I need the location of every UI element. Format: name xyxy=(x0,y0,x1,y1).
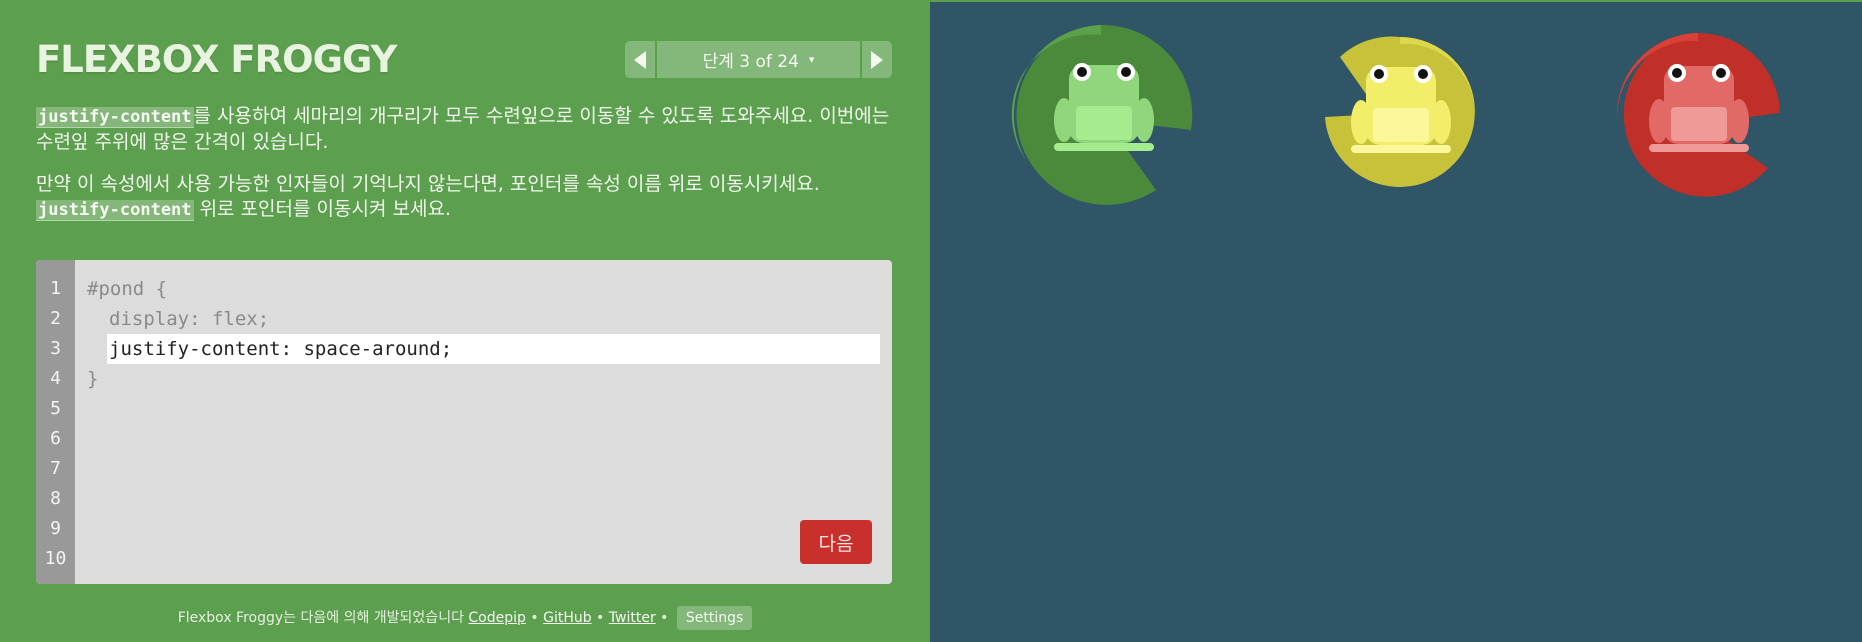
line-number: 7 xyxy=(50,458,61,479)
next-button[interactable]: 다음 xyxy=(800,520,872,564)
css-code-input[interactable] xyxy=(107,334,880,364)
previous-level-button[interactable] xyxy=(625,41,657,78)
instructions-paragraph-2: 만약 이 속성에서 사용 가능한 인자들이 기억나지 않는다면, 포인터를 속성… xyxy=(36,172,896,223)
line-number: 4 xyxy=(50,368,61,389)
app-logo: FLEXBOX FROGGY xyxy=(36,38,397,81)
code-line: } xyxy=(87,368,99,390)
line-number: 2 xyxy=(50,308,61,329)
code-line: display: flex; xyxy=(109,308,270,330)
codepip-link[interactable]: Codepip xyxy=(468,610,526,626)
css-editor: 1 2 3 4 5 6 7 8 9 10 #pond { display: fl… xyxy=(36,260,892,584)
code-line: #pond { xyxy=(87,278,168,300)
instructions-paragraph-1: justify-content 를 사용하여 세마리의 개구리가 모두 수련잎으로… xyxy=(36,104,896,155)
green-lilypad-frog xyxy=(1011,24,1193,205)
separator: • xyxy=(655,610,673,626)
line-number: 6 xyxy=(50,428,61,449)
separator: • xyxy=(591,610,609,626)
level-indicator[interactable]: 단계 3 of 24 ▾ xyxy=(657,41,860,78)
line-number: 8 xyxy=(50,488,61,509)
github-link[interactable]: GitHub xyxy=(543,610,592,626)
pond xyxy=(930,2,1862,642)
arrow-right-icon xyxy=(871,50,883,69)
property-term[interactable]: justify-content xyxy=(36,107,194,128)
red-lilypad-frog xyxy=(1616,32,1780,197)
property-term[interactable]: justify-content xyxy=(36,200,194,221)
line-number: 1 xyxy=(50,278,61,299)
twitter-link[interactable]: Twitter xyxy=(609,610,656,626)
credits-footer: Flexbox Froggy는 다음에 의해 개발되었습니다 Codepip •… xyxy=(0,606,930,630)
line-number: 5 xyxy=(50,398,61,419)
line-number-gutter: 1 2 3 4 5 6 7 8 9 10 xyxy=(36,260,75,584)
code-area: #pond { display: flex; } xyxy=(75,260,892,584)
separator: • xyxy=(525,610,544,626)
level-label: 단계 3 of 24 xyxy=(702,52,799,72)
settings-button[interactable]: Settings xyxy=(676,606,753,630)
line-number: 3 xyxy=(50,338,61,359)
caret-down-icon: ▾ xyxy=(808,53,815,66)
arrow-left-icon xyxy=(634,50,646,69)
next-level-arrow-button[interactable] xyxy=(860,41,892,78)
credits-text: Flexbox Froggy는 다음에 의해 개발되었습니다 xyxy=(177,610,469,626)
line-number: 9 xyxy=(50,518,61,539)
instructions-text-2-tail: 위로 포인터를 이동시켜 보세요. xyxy=(193,198,451,220)
line-number: 10 xyxy=(44,548,67,569)
yellow-lilypad-frog xyxy=(1325,36,1475,187)
instructions-text-2: 만약 이 속성에서 사용 가능한 인자들이 기억나지 않는다면, 포인터를 속성… xyxy=(36,173,820,195)
sidebar: FLEXBOX FROGGY 단계 3 of 24 ▾ justify-cont… xyxy=(0,0,930,642)
level-navigation: 단계 3 of 24 ▾ xyxy=(625,41,892,78)
